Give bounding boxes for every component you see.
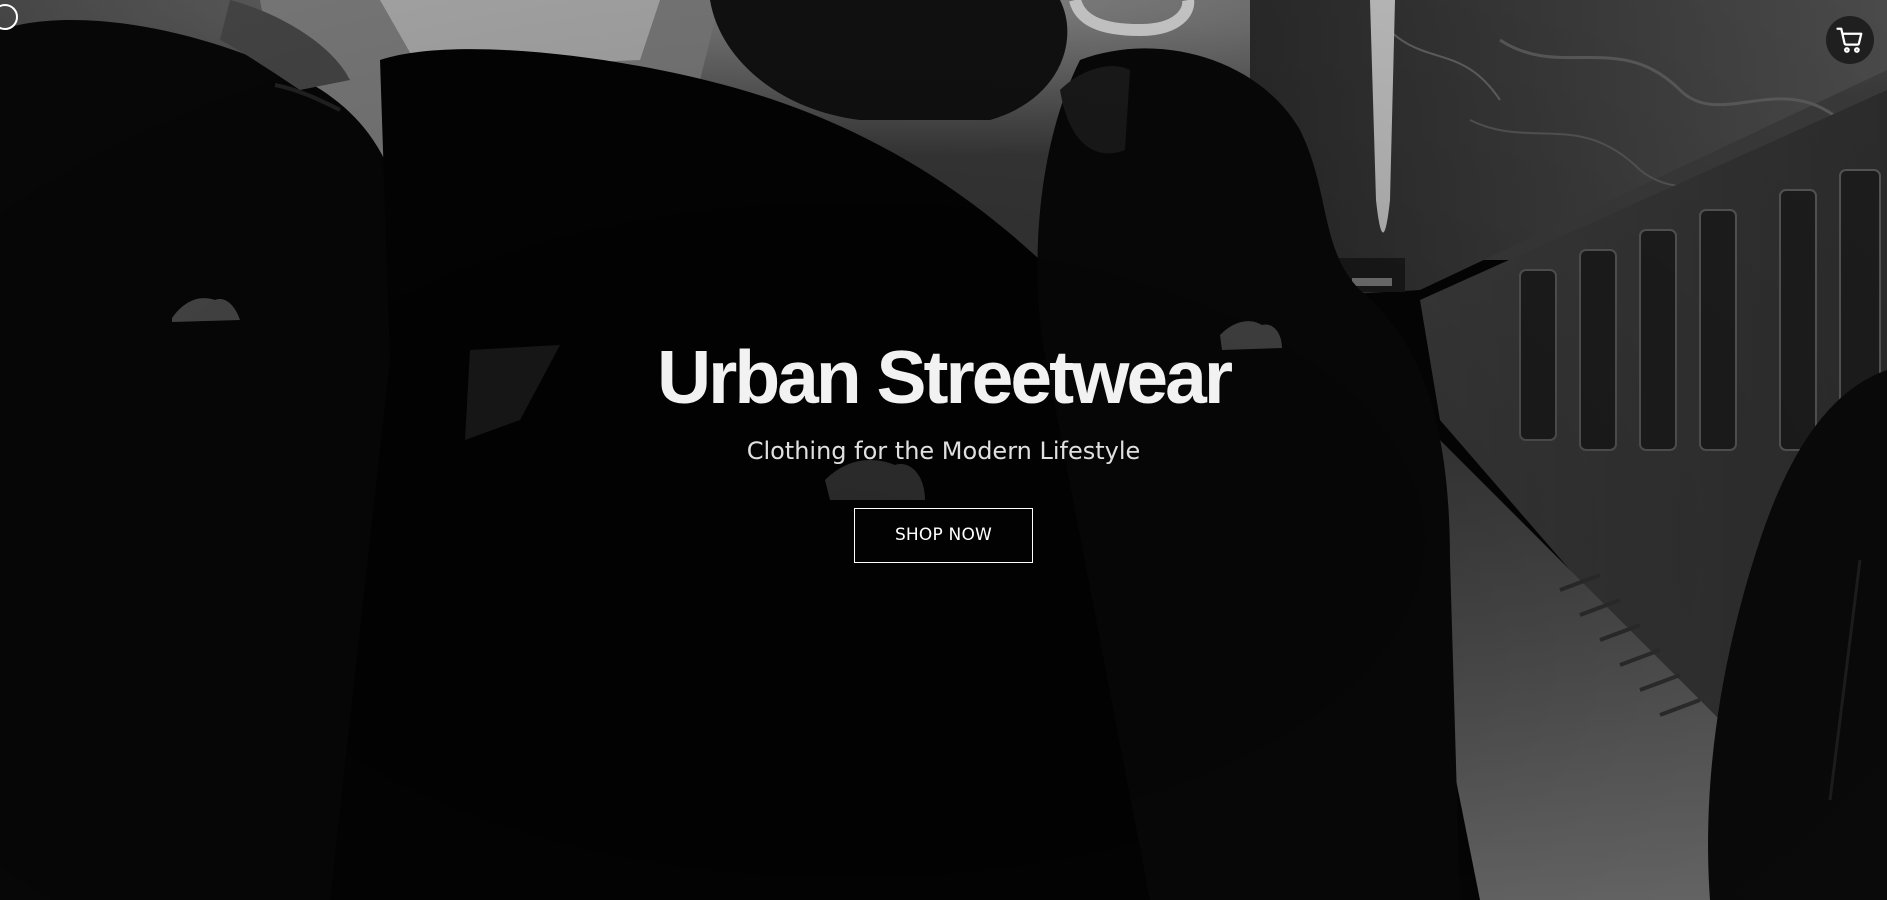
- shop-now-button[interactable]: SHOP NOW: [854, 508, 1033, 563]
- hero-section: Urban Streetwear Clothing for the Modern…: [0, 0, 1887, 900]
- hero-title: Urban Streetwear: [656, 335, 1233, 419]
- hero-subtitle: Clothing for the Modern Lifestyle: [746, 437, 1141, 465]
- cart-button[interactable]: [1826, 16, 1874, 64]
- shopping-cart-icon: [1836, 27, 1863, 53]
- hero-content: Urban Streetwear Clothing for the Modern…: [0, 332, 1887, 563]
